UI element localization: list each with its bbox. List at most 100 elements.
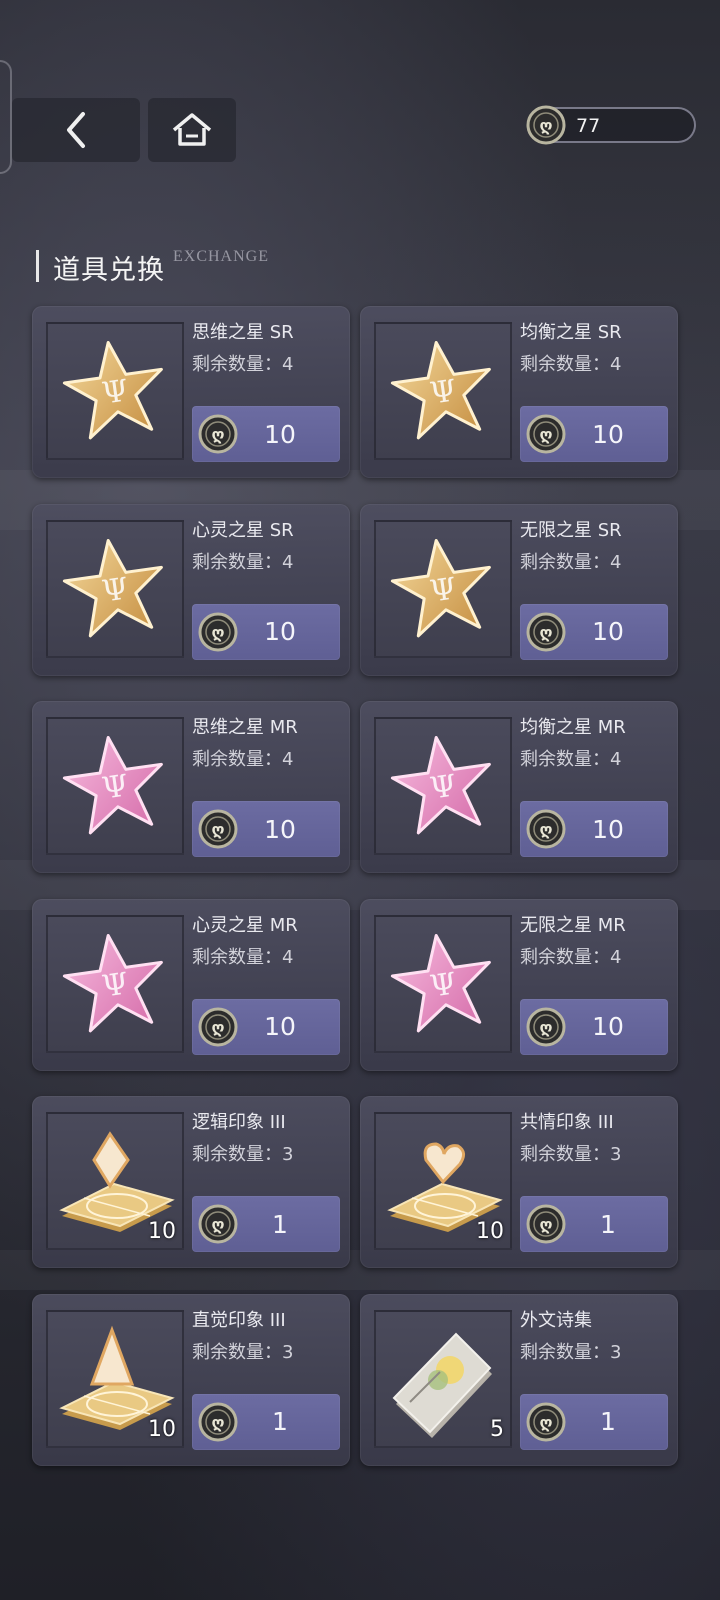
svg-text:ღ: ღ [539,1215,552,1234]
item-thumbnail[interactable]: Ψ [46,717,184,855]
item-thumbnail[interactable]: Ψ [46,322,184,460]
item-name: 共情印象 III [520,1112,614,1133]
svg-text:Ψ: Ψ [428,373,459,411]
exchange-button[interactable]: ღ 1 [520,1393,668,1450]
svg-text:ღ: ღ [539,820,552,839]
exchange-item-card[interactable]: Ψ 无限之星 SR 剩余数量：4 ღ 10 [360,503,678,676]
item-remaining: 剩余数量：4 [520,354,622,375]
item-name: 逻辑印象 III [192,1112,286,1133]
item-price: 1 [272,1209,288,1239]
svg-text:Ψ: Ψ [428,966,459,1004]
exchange-item-card[interactable]: 10 直觉印象 III 剩余数量：3 ღ 1 [32,1293,350,1466]
svg-text:Ψ: Ψ [428,571,459,609]
item-name: 思维之星 MR [192,717,298,738]
exchange-button[interactable]: ღ 10 [192,603,340,660]
item-price: 1 [600,1209,616,1239]
item-quantity: 10 [148,1219,176,1244]
svg-text:Ψ: Ψ [100,373,131,411]
item-thumbnail[interactable]: 5 [374,1309,512,1448]
item-name: 心灵之星 MR [192,914,298,936]
exchange-button[interactable]: ღ 1 [192,1196,340,1252]
currency-amount: 77 [576,115,601,137]
token-coin-icon: ღ [526,612,566,651]
home-icon [172,113,212,146]
svg-text:ღ: ღ [211,820,224,839]
exchange-item-card[interactable]: Ψ 心灵之星 MR 剩余数量：4 ღ 10 [32,898,350,1071]
exchange-button[interactable]: ღ 1 [520,1196,668,1252]
token-coin-icon: ღ [198,1204,238,1244]
item-remaining: 剩余数量：3 [520,1341,622,1363]
item-remaining: 剩余数量：4 [520,749,622,770]
item-thumbnail[interactable]: Ψ [374,322,512,460]
item-thumbnail[interactable]: Ψ [46,914,184,1053]
section-title: 道具兑换 [53,255,165,286]
item-name: 思维之星 SR [192,322,294,343]
item-thumbnail[interactable]: Ψ [374,519,512,658]
svg-text:Ψ: Ψ [428,768,459,806]
svg-text:Ψ: Ψ [100,768,131,806]
svg-text:ღ: ღ [539,623,552,642]
item-price: 10 [592,1012,624,1041]
item-price: 10 [264,1012,296,1041]
exchange-button[interactable]: ღ 10 [520,801,668,857]
svg-text:ღ: ღ [211,425,224,444]
exchange-item-card[interactable]: 10 共情印象 III 剩余数量：3 ღ 1 [360,1096,678,1268]
item-name: 外文诗集 [520,1309,592,1331]
item-thumbnail[interactable]: 10 [46,1309,184,1448]
item-remaining: 剩余数量：4 [192,551,294,573]
back-button[interactable] [12,98,140,162]
section-title-bar [36,250,39,282]
item-thumbnail[interactable]: Ψ [46,519,184,658]
item-quantity: 10 [476,1219,504,1244]
chevron-left-icon [67,112,85,148]
exchange-button[interactable]: ღ 10 [520,406,668,462]
section-header: 道具兑换 EXCHANGE [36,248,269,287]
item-name: 均衡之星 SR [520,322,622,343]
item-thumbnail[interactable]: 10 [374,1112,512,1250]
item-thumbnail[interactable]: 10 [46,1112,184,1250]
exchange-button[interactable]: ღ 10 [520,998,668,1055]
svg-text:ღ: ღ [539,425,552,444]
exchange-button[interactable]: ღ 10 [192,406,340,462]
item-name: 无限之星 SR [520,519,622,541]
item-thumbnail[interactable]: Ψ [374,717,512,855]
item-name: 无限之星 MR [520,914,626,936]
token-coin-icon: ღ [198,612,238,651]
item-price: 10 [592,617,624,646]
item-thumbnail[interactable]: Ψ [374,914,512,1053]
home-button[interactable] [148,98,236,162]
exchange-item-card[interactable]: Ψ 均衡之星 MR 剩余数量：4 ღ 10 [360,701,678,873]
exchange-item-card[interactable]: 5 外文诗集 剩余数量：3 ღ 1 [360,1293,678,1466]
item-price: 1 [272,1407,288,1436]
token-coin-icon: ღ [526,1402,566,1441]
svg-text:ღ: ღ [539,1413,552,1432]
svg-text:ღ: ღ [211,1413,224,1432]
item-remaining: 剩余数量：3 [192,1341,294,1363]
item-remaining: 剩余数量：4 [520,946,622,968]
item-remaining: 剩余数量：3 [192,1144,294,1165]
left-edge-frame [0,60,12,174]
svg-text:ღ: ღ [211,1215,224,1234]
item-name: 直觉印象 III [192,1309,286,1331]
item-price: 1 [600,1407,616,1436]
item-name: 心灵之星 SR [192,519,294,541]
token-coin-icon: ღ [526,1007,566,1046]
item-price: 10 [264,617,296,646]
item-price: 10 [592,814,624,844]
token-coin-icon: ღ [526,809,566,849]
item-remaining: 剩余数量：4 [520,551,622,573]
item-price: 10 [264,814,296,844]
exchange-item-card[interactable]: Ψ 无限之星 MR 剩余数量：4 ღ 10 [360,898,678,1071]
exchange-item-card[interactable]: Ψ 均衡之星 SR 剩余数量：4 ღ 10 [360,306,678,478]
exchange-button[interactable]: ღ 10 [192,801,340,857]
item-remaining: 剩余数量：4 [192,354,294,375]
exchange-button[interactable]: ღ 1 [192,1393,340,1450]
exchange-item-card[interactable]: 10 逻辑印象 III 剩余数量：3 ღ 1 [32,1096,350,1268]
exchange-button[interactable]: ღ 10 [192,998,340,1055]
exchange-button[interactable]: ღ 10 [520,603,668,660]
exchange-item-card[interactable]: Ψ 思维之星 MR 剩余数量：4 ღ 10 [32,701,350,873]
svg-text:ღ: ღ [539,1018,552,1037]
token-coin-icon: ღ [526,414,566,454]
exchange-item-card[interactable]: Ψ 思维之星 SR 剩余数量：4 ღ 10 [32,306,350,478]
exchange-item-card[interactable]: Ψ 心灵之星 SR 剩余数量：4 ღ 10 [32,503,350,676]
